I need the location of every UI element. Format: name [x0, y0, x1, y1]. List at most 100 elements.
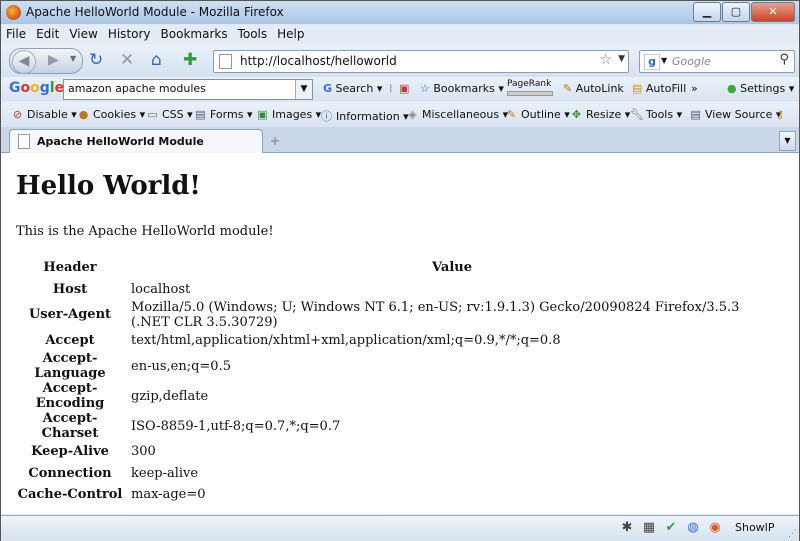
- menu-file[interactable]: File: [1, 25, 31, 43]
- menu-help[interactable]: Help: [272, 25, 309, 43]
- information-icon: ⓘ: [321, 110, 332, 123]
- maximize-button[interactable]: ▢: [722, 2, 750, 22]
- back-icon[interactable]: ◀: [12, 50, 36, 74]
- settings-button[interactable]: ● Settings ▾: [727, 82, 794, 95]
- images-menu[interactable]: ▣ Images ▾: [256, 108, 321, 121]
- header-name: Accept-Encoding: [35, 381, 105, 412]
- history-dropdown-icon[interactable]: ▼: [70, 54, 76, 63]
- check-ok-icon[interactable]: ✔: [663, 520, 679, 536]
- status-bar: ✱ ▦ ✔ ◍ ◉ ShowIP ⋰: [1, 515, 799, 541]
- forward-icon[interactable]: ▶: [48, 52, 59, 68]
- table-row: Cache-Control max-age=0: [15, 484, 779, 505]
- toolbar-separator-icon: ⁞: [389, 82, 393, 95]
- google-bookmarks-button[interactable]: ☆ Bookmarks ▾: [420, 82, 504, 95]
- menu-bookmarks[interactable]: Bookmarks: [156, 25, 233, 43]
- disable-menu[interactable]: ⊘ Disable ▾: [11, 108, 77, 121]
- film-icon[interactable]: ▦: [641, 520, 657, 536]
- menu-bar: File Edit View History Bookmarks Tools Help: [1, 25, 799, 44]
- globe-icon[interactable]: ◍: [685, 520, 701, 536]
- tab-helloworld[interactable]: Apache HelloWorld Module: [9, 129, 263, 153]
- tools-menu[interactable]: 🔧︎ Tools ▾: [630, 108, 682, 121]
- url-dropdown-icon[interactable]: ▼: [618, 54, 625, 64]
- bookmarks-star-icon: ☆: [420, 82, 430, 95]
- home-icon[interactable]: ⌂: [151, 50, 162, 70]
- header-name: Accept: [45, 332, 95, 348]
- menu-tools[interactable]: Tools: [233, 25, 273, 43]
- firefox-status-icon[interactable]: ◉: [707, 520, 723, 536]
- header-value: Mozilla/5.0 (Windows; U; Windows NT 6.1;…: [131, 299, 740, 330]
- pagerank-indicator[interactable]: PageRank: [507, 79, 553, 96]
- resize-grip-icon[interactable]: ⋰: [788, 529, 797, 539]
- engine-dropdown-icon[interactable]: ▼: [661, 56, 667, 65]
- google-query-dropdown-icon[interactable]: ▼: [295, 80, 312, 99]
- title-bar: Apache HelloWorld Module - Mozilla Firef…: [1, 1, 799, 24]
- autolink-wand-icon: ✎: [563, 82, 573, 95]
- header-name: Keep-Alive: [31, 444, 109, 460]
- bookmark-star-icon[interactable]: ☆: [599, 52, 612, 68]
- search-placeholder[interactable]: Google: [672, 55, 711, 68]
- minimize-button[interactable]: ▁: [693, 2, 721, 22]
- images-icon: ▣: [257, 108, 268, 121]
- table-row: Accept-Language en-us,en;q=0.5: [15, 351, 779, 381]
- cookies-menu[interactable]: ● Cookies ▾: [77, 108, 145, 121]
- web-developer-toolbar: ⊘ Disable ▾ ● Cookies ▾ ▭ CSS ▾ ▤ Forms ▾ ▣ I…: [1, 102, 799, 127]
- miscellaneous-icon: ◈: [408, 108, 417, 121]
- column-header-value: Value: [432, 260, 472, 276]
- header-value: text/html,application/xhtml+xml,applicat…: [131, 332, 561, 348]
- search-box[interactable]: g ▼ Google ⚲: [639, 50, 795, 73]
- google-logo[interactable]: Google: [9, 80, 64, 96]
- miscellaneous-menu[interactable]: ◈ Miscellaneous ▾: [406, 108, 508, 121]
- tab-strip: Apache HelloWorld Module + ▼: [1, 127, 799, 153]
- information-menu[interactable]: ⓘ Information ▾: [320, 108, 409, 124]
- close-button[interactable]: ✕: [751, 2, 795, 22]
- table-row: Host localhost: [15, 278, 779, 299]
- popup-blocker-icon[interactable]: ▣: [399, 82, 409, 95]
- header-value: 300: [131, 444, 156, 460]
- menu-history[interactable]: History: [103, 25, 156, 43]
- table-header-row: Header Value: [15, 257, 779, 278]
- resize-icon: ✥: [571, 108, 582, 121]
- new-tab-plus-icon[interactable]: ✚: [183, 50, 197, 70]
- list-all-tabs-icon[interactable]: ▼: [779, 131, 796, 151]
- outline-menu[interactable]: ✎ Outline ▾: [505, 108, 570, 121]
- address-text[interactable]: http://localhost/helloworld: [240, 54, 397, 68]
- autofill-button[interactable]: ▤ AutoFill: [632, 82, 686, 95]
- menu-edit[interactable]: Edit: [31, 25, 64, 43]
- view-source-menu[interactable]: ▤ View Source ▾: [689, 108, 781, 121]
- forms-menu[interactable]: ▤ Forms ▾: [194, 108, 252, 121]
- browser-window: Apache HelloWorld Module - Mozilla Firef…: [0, 0, 800, 541]
- google-engine-icon[interactable]: g: [644, 54, 660, 70]
- reload-icon[interactable]: ↻: [89, 50, 103, 70]
- more-chevron[interactable]: »: [691, 82, 698, 95]
- google-search-button[interactable]: G Search ▾: [323, 82, 382, 95]
- firebug-icon[interactable]: ✱: [619, 520, 635, 536]
- search-magnifier-icon[interactable]: ⚲: [779, 52, 789, 67]
- window-controls: ▁ ▢ ✕: [692, 2, 795, 22]
- navigation-toolbar: ◀ ▶ ▼ ↻ ✕ ⌂ ✚ http://localhost/helloworl…: [1, 44, 799, 77]
- disable-icon: ⊘: [12, 108, 23, 121]
- header-name: Accept-Language: [34, 351, 106, 382]
- table-row: User-Agent Mozilla/5.0 (Windows; U; Windo…: [15, 300, 779, 330]
- resize-menu[interactable]: ✥ Resize ▾: [570, 108, 630, 121]
- headers-table: Header Value Host localhost User-Agent Moz…: [15, 257, 779, 505]
- stop-icon[interactable]: ✕: [120, 50, 134, 70]
- tools-wrench-icon: 🔧︎: [630, 108, 644, 121]
- google-search-input[interactable]: amazon apache modules ▼: [63, 79, 313, 100]
- header-value: ISO-8859-1,utf-8;q=0.7,*;q=0.7: [131, 418, 341, 434]
- autolink-button[interactable]: ✎ AutoLink: [563, 82, 624, 95]
- new-tab-button[interactable]: +: [264, 131, 286, 151]
- options-key-icon[interactable]: ⚷: [776, 108, 784, 121]
- outline-pencil-icon: ✎: [506, 108, 517, 121]
- css-menu[interactable]: ▭ CSS ▾: [146, 108, 192, 121]
- firefox-logo-icon: [6, 5, 21, 20]
- header-value: keep-alive: [131, 465, 199, 481]
- google-query[interactable]: amazon apache modules: [68, 82, 206, 95]
- menu-view[interactable]: View: [64, 25, 102, 43]
- table-row: Accept-Encoding gzip,deflate: [15, 381, 779, 411]
- address-bar[interactable]: http://localhost/helloworld ☆ ▼: [213, 50, 629, 73]
- forms-icon: ▤: [195, 108, 206, 121]
- page-intro: This is the Apache HelloWorld module!: [16, 224, 274, 239]
- header-value: en-us,en;q=0.5: [131, 358, 231, 374]
- header-value: max-age=0: [131, 487, 206, 503]
- showip-label[interactable]: ShowIP: [735, 521, 775, 534]
